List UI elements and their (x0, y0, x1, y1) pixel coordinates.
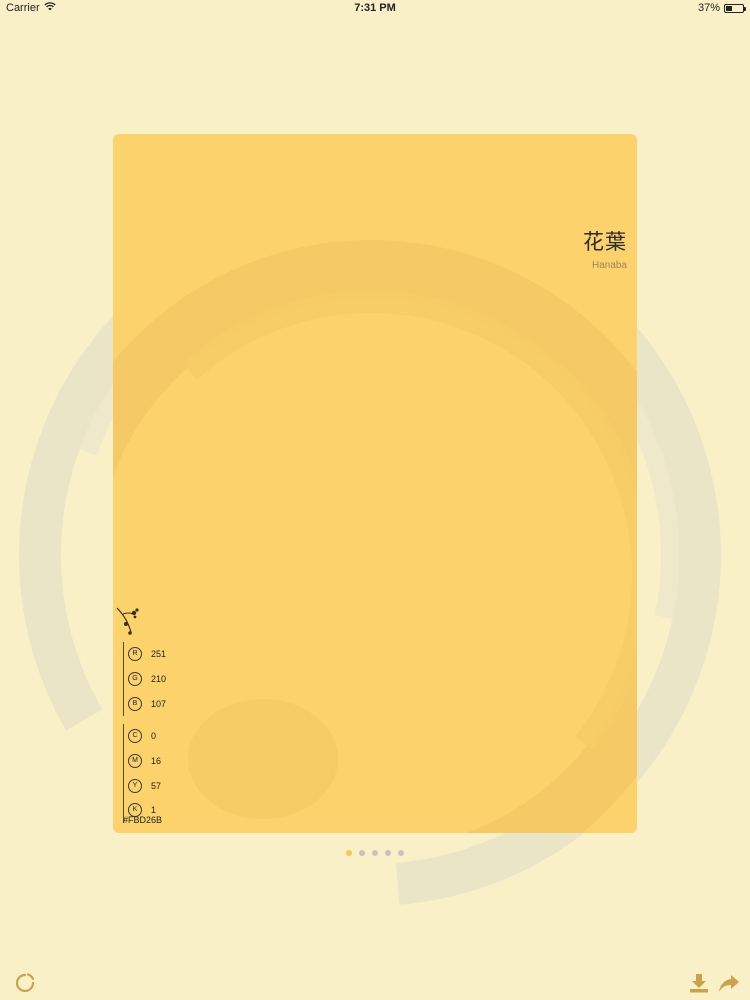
download-button[interactable] (688, 972, 710, 994)
value-row-c: C 0 (128, 724, 166, 749)
color-values: R 251 G 210 B 107 C 0 M 16 Y 57 K 1 (123, 642, 166, 823)
channel-value-r: 251 (151, 649, 167, 660)
page-indicator[interactable] (0, 850, 750, 856)
page-dot[interactable] (372, 850, 378, 856)
channel-value-k: 1 (151, 805, 157, 816)
color-name-kanji: 花葉 (583, 230, 627, 254)
value-row-y: Y 57 (128, 773, 166, 798)
refresh-button[interactable] (14, 972, 36, 994)
page-dot[interactable] (359, 850, 365, 856)
channel-badge-c: C (128, 729, 142, 744)
value-row-g: G 210 (128, 667, 166, 692)
channel-badge-g: G (128, 672, 142, 687)
page-dot[interactable] (398, 850, 404, 856)
channel-value-c: 0 (151, 731, 157, 742)
channel-badge-b: B (128, 696, 142, 711)
channel-badge-r: R (128, 647, 142, 662)
cmyk-values: C 0 M 16 Y 57 K 1 (123, 724, 166, 823)
channel-value-b: 107 (151, 698, 167, 709)
sprig-icon (116, 607, 139, 635)
value-row-m: M 16 (128, 749, 166, 774)
channel-value-m: 16 (151, 756, 162, 767)
enso-card-icon (113, 134, 637, 833)
share-button[interactable] (718, 972, 740, 994)
channel-value-y: 57 (151, 780, 162, 791)
value-row-b: B 107 (128, 691, 166, 716)
color-card[interactable]: 花葉 Hanaba R 251 G 210 B 107 C 0 M 16 Y 5… (113, 134, 637, 833)
page-dot[interactable] (385, 850, 391, 856)
color-name: 花葉 Hanaba (583, 226, 627, 271)
color-name-romaji: Hanaba (591, 260, 627, 271)
download-icon (690, 974, 708, 993)
rgb-values: R 251 G 210 B 107 (123, 642, 166, 717)
share-icon (719, 975, 739, 992)
page-dot[interactable] (346, 850, 352, 856)
channel-value-g: 210 (151, 674, 167, 685)
channel-badge-y: Y (128, 778, 142, 793)
channel-badge-m: M (128, 754, 142, 769)
refresh-circle-icon (15, 973, 35, 993)
value-row-r: R 251 (128, 642, 166, 667)
hex-code: #FBD26B (123, 815, 163, 825)
